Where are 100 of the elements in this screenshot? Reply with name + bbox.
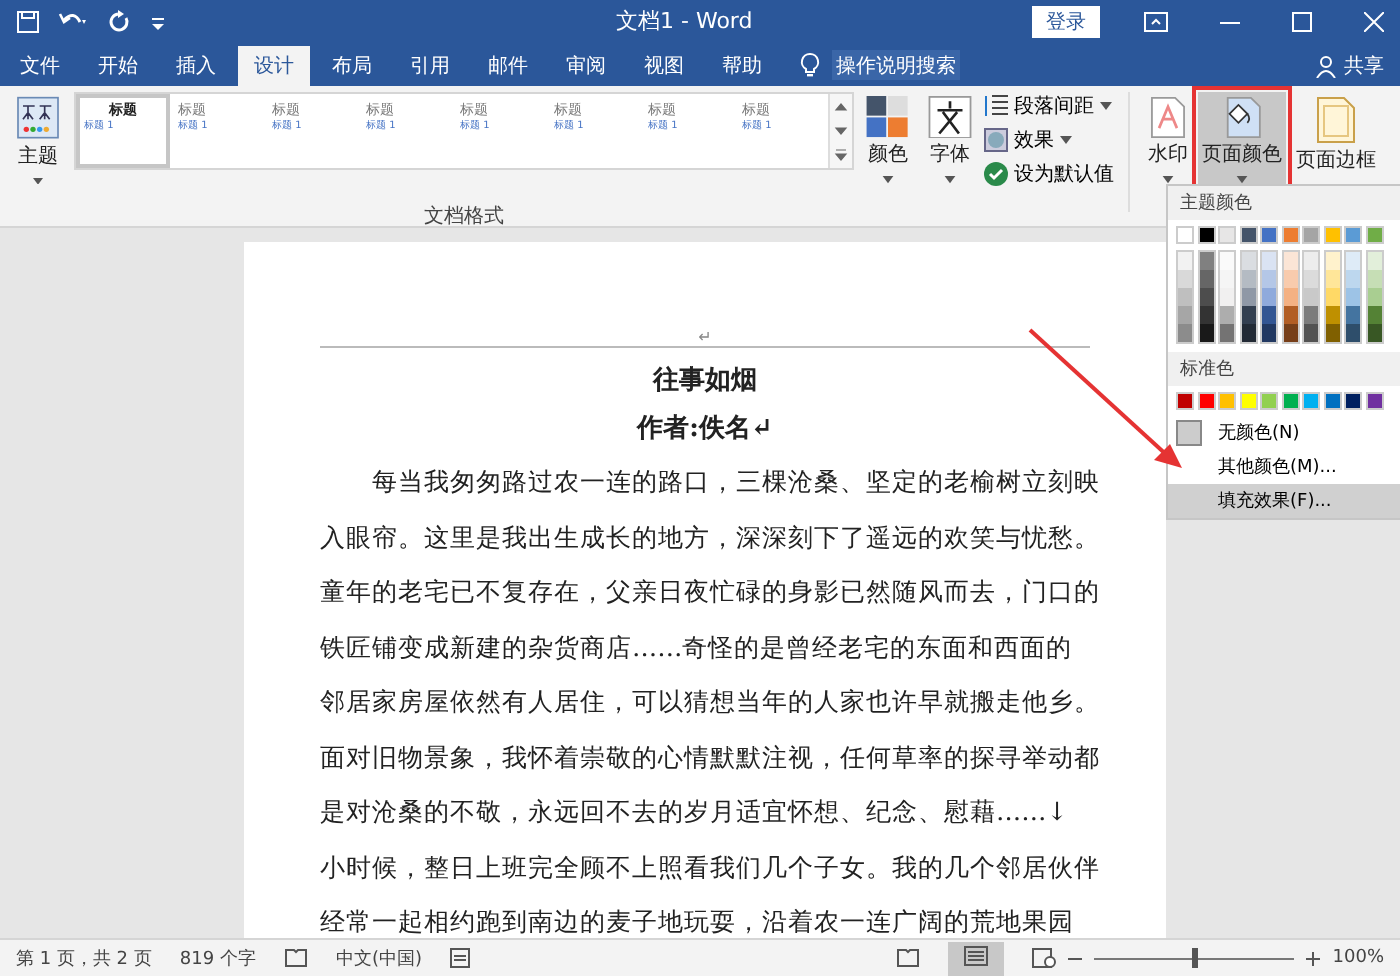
color-swatch[interactable]	[1220, 252, 1234, 270]
color-swatch[interactable]	[1281, 226, 1299, 244]
color-swatch[interactable]	[1346, 324, 1360, 342]
color-swatch[interactable]	[1178, 288, 1192, 306]
color-swatch[interactable]	[1241, 288, 1255, 306]
color-swatch[interactable]	[1283, 252, 1297, 270]
menu-item[interactable]: 无颜色(N)	[1168, 416, 1400, 450]
color-swatch[interactable]	[1178, 270, 1192, 288]
color-swatch[interactable]	[1367, 288, 1381, 306]
color-swatch[interactable]	[1281, 392, 1299, 410]
color-swatch[interactable]	[1323, 392, 1341, 410]
colors-button[interactable]: 颜色	[860, 92, 916, 188]
menu-item[interactable]: 其他颜色(M)...	[1168, 450, 1400, 484]
color-swatch[interactable]	[1302, 226, 1320, 244]
color-swatch[interactable]	[1325, 324, 1339, 342]
web-layout-icon[interactable]	[1032, 948, 1057, 968]
color-swatch[interactable]	[1346, 288, 1360, 306]
color-swatch[interactable]	[1262, 270, 1276, 288]
macro-record-icon[interactable]	[449, 948, 470, 968]
color-swatch[interactable]	[1346, 306, 1360, 324]
color-swatch[interactable]	[1220, 306, 1234, 324]
color-swatch[interactable]	[1220, 288, 1234, 306]
color-swatch[interactable]	[1365, 392, 1383, 410]
color-swatch[interactable]	[1178, 252, 1192, 270]
color-swatch[interactable]	[1367, 324, 1381, 342]
redo-icon[interactable]	[108, 9, 132, 33]
color-swatch[interactable]	[1220, 270, 1234, 288]
color-swatch[interactable]	[1241, 324, 1255, 342]
zoom-in-icon[interactable]	[1306, 951, 1321, 965]
color-swatch[interactable]	[1323, 226, 1341, 244]
ribbon-tab[interactable]: 布局	[316, 46, 388, 86]
color-swatch[interactable]	[1199, 270, 1213, 288]
color-swatch[interactable]	[1218, 392, 1236, 410]
color-swatch[interactable]	[1199, 252, 1213, 270]
close-icon[interactable]	[1364, 11, 1384, 31]
ribbon-tab[interactable]: 帮助	[706, 46, 778, 86]
color-swatch[interactable]	[1218, 226, 1236, 244]
color-swatch[interactable]	[1197, 392, 1215, 410]
ribbon-tab[interactable]: 开始	[82, 46, 154, 86]
ribbon-tab[interactable]: 插入	[160, 46, 232, 86]
tell-me-search[interactable]: 操作说明搜索	[832, 50, 960, 80]
color-swatch[interactable]	[1199, 288, 1213, 306]
color-swatch[interactable]	[1344, 226, 1362, 244]
color-swatch[interactable]	[1260, 392, 1278, 410]
theme-button[interactable]: 主题	[8, 92, 68, 188]
language-indicator[interactable]: 中文(中国)	[335, 945, 422, 971]
color-swatch[interactable]	[1241, 270, 1255, 288]
color-swatch[interactable]	[1304, 252, 1318, 270]
color-swatch[interactable]	[1262, 306, 1276, 324]
color-swatch[interactable]	[1325, 288, 1339, 306]
paragraph-spacing-button[interactable]: 段落间距	[984, 92, 1114, 120]
color-swatch[interactable]	[1346, 252, 1360, 270]
zoom-level[interactable]: 100%	[1332, 948, 1384, 968]
word-count[interactable]: 819 个字	[179, 945, 256, 971]
color-swatch[interactable]	[1176, 226, 1194, 244]
color-swatch[interactable]	[1344, 392, 1362, 410]
proofing-book-icon[interactable]	[283, 948, 308, 968]
login-button[interactable]: 登录	[1032, 5, 1100, 37]
color-swatch[interactable]	[1346, 270, 1360, 288]
color-swatch[interactable]	[1199, 324, 1213, 342]
ribbon-tab[interactable]: 审阅	[550, 46, 622, 86]
color-swatch[interactable]	[1178, 324, 1192, 342]
color-swatch[interactable]	[1176, 392, 1194, 410]
color-swatch[interactable]	[1283, 324, 1297, 342]
color-swatch[interactable]	[1304, 324, 1318, 342]
color-swatch[interactable]	[1283, 288, 1297, 306]
color-swatch[interactable]	[1367, 306, 1381, 324]
color-swatch[interactable]	[1262, 252, 1276, 270]
color-swatch[interactable]	[1241, 306, 1255, 324]
color-swatch[interactable]	[1325, 306, 1339, 324]
color-swatch[interactable]	[1302, 392, 1320, 410]
ribbon-tab[interactable]: 视图	[628, 46, 700, 86]
watermark-button[interactable]: 水印	[1144, 92, 1192, 188]
ribbon-tab[interactable]: 设计	[238, 46, 310, 86]
page-borders-button[interactable]: 页面边框	[1292, 92, 1380, 188]
color-swatch[interactable]	[1367, 270, 1381, 288]
effects-button[interactable]: 效果	[984, 126, 1114, 154]
maximize-icon[interactable]	[1292, 11, 1312, 31]
gallery-scrollbar[interactable]	[828, 94, 852, 168]
color-swatch[interactable]	[1260, 226, 1278, 244]
color-swatch[interactable]	[1197, 226, 1215, 244]
color-swatch[interactable]	[1325, 252, 1339, 270]
color-swatch[interactable]	[1283, 306, 1297, 324]
color-swatch[interactable]	[1239, 392, 1257, 410]
color-swatch[interactable]	[1220, 324, 1234, 342]
page-count[interactable]: 第 1 页，共 2 页	[16, 945, 152, 971]
color-swatch[interactable]	[1262, 288, 1276, 306]
ribbon-tab[interactable]: 邮件	[472, 46, 544, 86]
menu-item[interactable]: 填充效果(F)...	[1168, 484, 1400, 518]
color-swatch[interactable]	[1178, 306, 1192, 324]
zoom-slider-thumb[interactable]	[1192, 948, 1199, 968]
print-layout-button[interactable]	[948, 941, 1005, 975]
color-swatch[interactable]	[1239, 226, 1257, 244]
page-color-button[interactable]: 页面颜色	[1198, 92, 1286, 188]
color-swatch[interactable]	[1262, 324, 1276, 342]
color-swatch[interactable]	[1241, 252, 1255, 270]
color-swatch[interactable]	[1367, 252, 1381, 270]
color-swatch[interactable]	[1304, 270, 1318, 288]
set-as-default-button[interactable]: 设为默认值	[984, 160, 1114, 188]
color-swatch[interactable]	[1283, 270, 1297, 288]
